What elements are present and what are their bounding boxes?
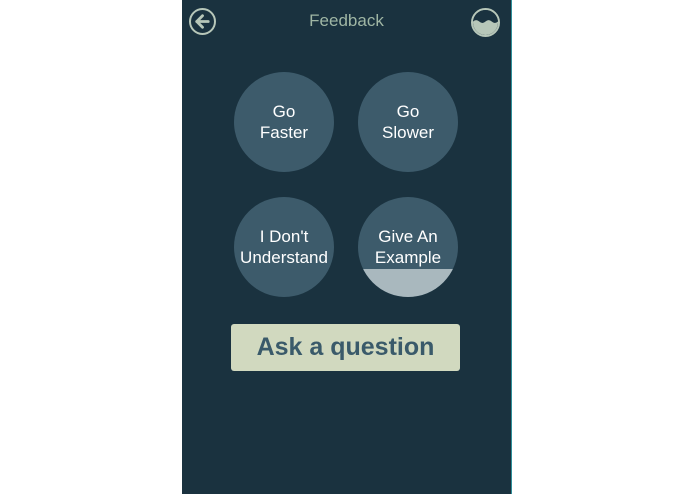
give-example-label: Give An Example [374, 227, 442, 267]
page-title: Feedback [309, 11, 384, 30]
dont-understand-button[interactable]: I Don't Understand [234, 197, 334, 297]
go-slower-label: Go Slower [382, 102, 434, 142]
dont-understand-label: I Don't Understand [240, 227, 328, 267]
app-screen: Feedback Go Faster Go Slower I Don't Und… [182, 0, 512, 494]
go-faster-label: Go Faster [259, 102, 309, 142]
go-faster-button[interactable]: Go Faster [234, 72, 334, 172]
give-example-button[interactable]: Give An Example [358, 197, 458, 297]
feedback-level-fill [358, 269, 458, 297]
ask-question-button[interactable]: Ask a question [231, 324, 460, 371]
water-level-button[interactable] [471, 8, 500, 37]
water-level-icon [473, 10, 498, 35]
go-slower-button[interactable]: Go Slower [358, 72, 458, 172]
